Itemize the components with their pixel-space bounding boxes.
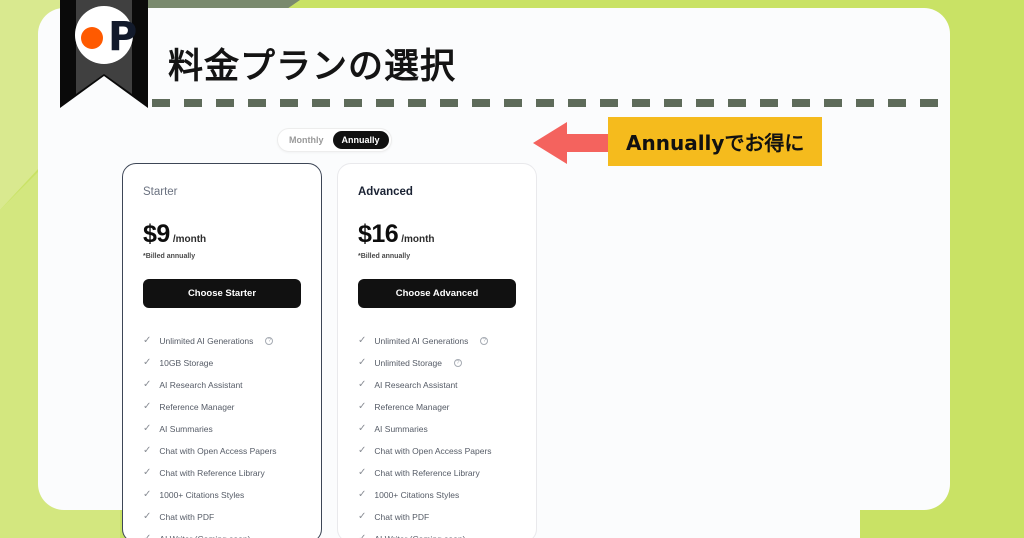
ribbon-icon: P	[60, 0, 148, 108]
check-icon: ✓	[143, 423, 152, 434]
plan-feature-list: ✓ Unlimited AI Generations? ✓ Unlimited Sto…	[358, 330, 516, 538]
feature-item: ✓ Unlimited AI Generations?	[358, 330, 516, 352]
check-icon: ✓	[358, 401, 367, 412]
plan-name: Starter	[143, 186, 178, 198]
plan-card-advanced[interactable]: Advanced $16 /month *Billed annually Cho…	[337, 163, 537, 538]
check-icon: ✓	[358, 489, 367, 500]
plan-price-amount: $9	[143, 220, 170, 248]
feature-label: 1000+ Citations Styles	[374, 490, 460, 500]
check-icon: ✓	[358, 467, 367, 478]
plan-price-period: /month	[401, 234, 435, 245]
plan-billing-note: *Billed annually	[358, 253, 411, 260]
plan-price-row: $16 /month	[358, 220, 516, 249]
page-title: 料金プランの選択	[168, 47, 457, 87]
plan-price-row: $9 /month	[143, 220, 301, 249]
check-icon: ✓	[143, 357, 152, 368]
check-icon: ✓	[143, 401, 152, 412]
feature-label: AI Research Assistant	[159, 380, 243, 390]
check-icon: ✓	[143, 445, 152, 456]
feature-item: ✓ 10GB Storage	[143, 352, 301, 374]
feature-item: ✓ AI Research Assistant	[358, 374, 516, 396]
plan-price-amount: $16	[358, 220, 399, 248]
info-icon[interactable]: ?	[480, 337, 489, 345]
feature-item: ✓ Unlimited Storage?	[358, 352, 516, 374]
feature-label: AI Summaries	[374, 424, 428, 434]
feature-item: ✓ AI Writer (Coming soon)	[358, 528, 516, 538]
feature-item: ✓ Chat with Reference Library	[358, 462, 516, 484]
plan-feature-list: ✓ Unlimited AI Generations? ✓ 10GB Storage ✓…	[143, 330, 301, 538]
feature-label: Reference Manager	[374, 402, 450, 412]
toggle-option-annually[interactable]: Annually	[332, 131, 389, 149]
feature-label: AI Writer (Coming soon)	[374, 534, 465, 538]
check-icon: ✓	[358, 423, 367, 434]
feature-item: ✓ Chat with PDF	[143, 506, 301, 528]
feature-item: ✓ Chat with Reference Library	[143, 462, 301, 484]
svg-text:P: P	[108, 14, 137, 60]
plan-card-starter[interactable]: Starter $9 /month *Billed annually Choos…	[122, 163, 322, 538]
callout-annotation: Annuallyでお得に	[608, 117, 823, 166]
check-icon: ✓	[358, 335, 367, 346]
feature-label: Chat with Reference Library	[374, 468, 480, 478]
check-icon: ✓	[143, 335, 152, 346]
billing-period-toggle[interactable]: Monthly Annually	[277, 128, 392, 152]
feature-label: Unlimited Storage	[374, 358, 442, 368]
info-icon[interactable]: ?	[453, 359, 462, 367]
feature-label: AI Summaries	[159, 424, 213, 434]
check-icon: ✓	[358, 357, 367, 368]
plan-name: Advanced	[358, 186, 413, 198]
feature-item: ✓ AI Summaries	[358, 418, 516, 440]
feature-item: ✓ Chat with Open Access Papers	[358, 440, 516, 462]
choose-starter-button[interactable]: Choose Starter	[143, 279, 301, 308]
check-icon: ✓	[143, 467, 152, 478]
check-icon: ✓	[358, 445, 367, 456]
plan-price-period: /month	[172, 234, 207, 245]
feature-label: Chat with Open Access Papers	[159, 446, 277, 456]
feature-item: ✓ AI Summaries	[143, 418, 301, 440]
feature-label: Reference Manager	[159, 402, 235, 412]
feature-label: AI Research Assistant	[374, 380, 458, 390]
check-icon: ✓	[358, 511, 367, 522]
check-icon: ✓	[143, 534, 151, 538]
feature-label: Chat with Reference Library	[159, 468, 265, 478]
plan-billing-note: *Billed annually	[143, 253, 196, 260]
feature-item: ✓ Chat with PDF	[358, 506, 516, 528]
check-icon: ✓	[358, 379, 367, 390]
feature-item: ✓ 1000+ Citations Styles	[143, 484, 301, 506]
check-icon: ✓	[143, 489, 152, 500]
feature-label: Chat with PDF	[159, 512, 215, 522]
feature-label: 10GB Storage	[159, 358, 214, 368]
choose-advanced-button[interactable]: Choose Advanced	[358, 279, 516, 308]
feature-item: ✓ AI Writer (Coming soon)	[143, 528, 301, 538]
check-icon: ✓	[143, 511, 152, 522]
feature-label: Unlimited AI Generations	[159, 336, 254, 346]
feature-item: ✓ Unlimited AI Generations?	[143, 330, 301, 352]
feature-label: AI Writer (Coming soon)	[159, 534, 250, 538]
feature-label: Unlimited AI Generations	[374, 336, 469, 346]
feature-item: ✓ Reference Manager	[143, 396, 301, 418]
feature-label: Chat with PDF	[374, 512, 430, 522]
toggle-option-monthly[interactable]: Monthly	[280, 131, 333, 149]
info-icon[interactable]: ?	[265, 337, 274, 345]
brand-ribbon-logo: P	[60, 0, 148, 108]
feature-item: ✓ Chat with Open Access Papers	[143, 440, 301, 462]
feature-item: ✓ Reference Manager	[358, 396, 516, 418]
check-icon: ✓	[143, 379, 152, 390]
feature-label: 1000+ Citations Styles	[159, 490, 245, 500]
feature-label: Chat with Open Access Papers	[374, 446, 492, 456]
feature-item: ✓ AI Research Assistant	[143, 374, 301, 396]
feature-item: ✓ 1000+ Citations Styles	[358, 484, 516, 506]
dashed-divider	[152, 99, 950, 107]
check-icon: ✓	[358, 534, 366, 538]
